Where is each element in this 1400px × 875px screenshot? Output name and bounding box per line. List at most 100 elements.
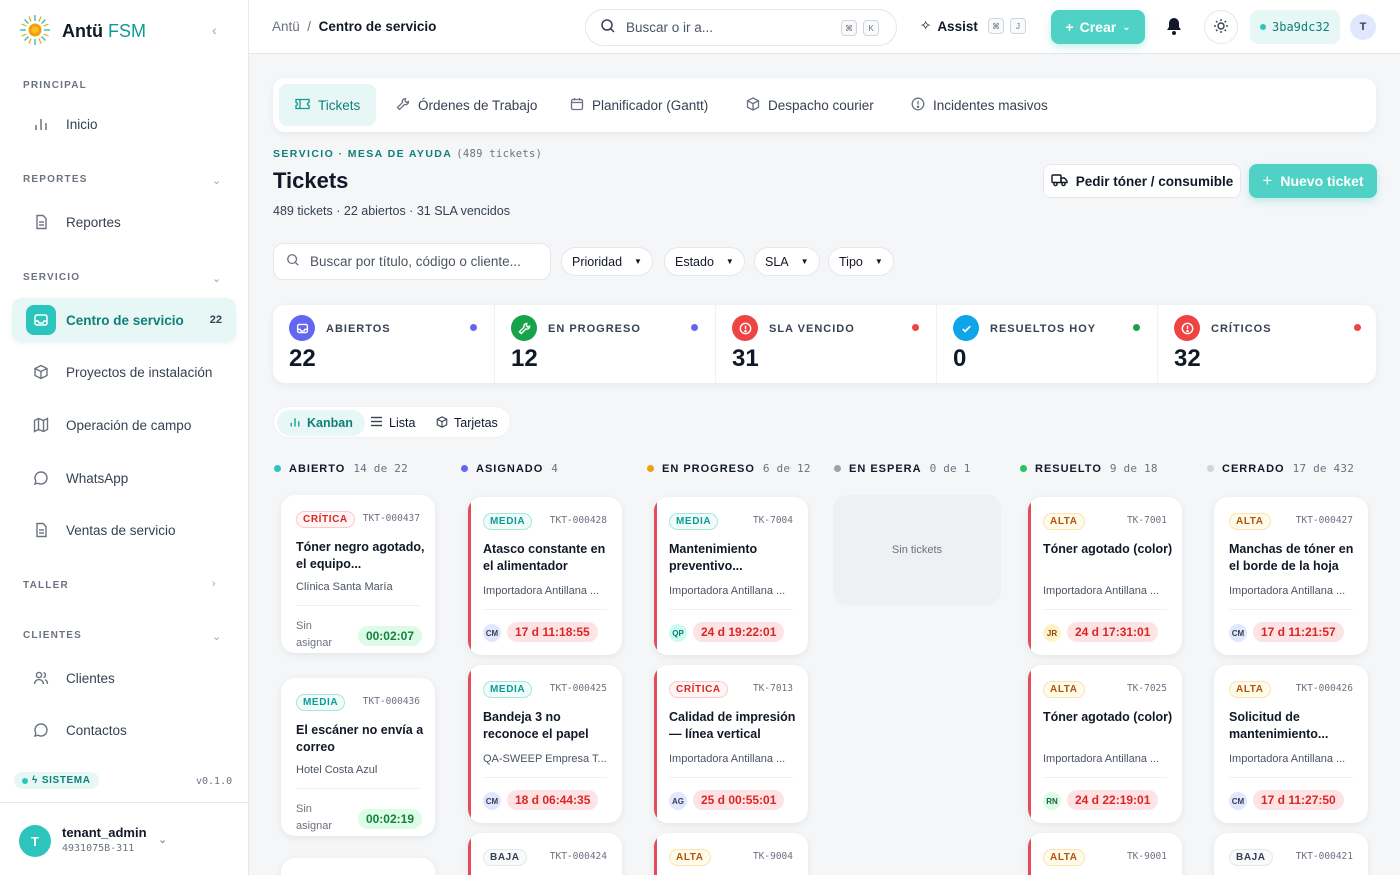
view-label: Kanban (307, 416, 353, 430)
ticket-card[interactable]: ALTA TK-9001 (1028, 833, 1182, 875)
ticket-unassigned: Sin asignar (296, 803, 333, 832)
chevron-down-icon: ⌄ (1122, 21, 1131, 33)
ticket-card[interactable]: ALTA TK-7025 Tóner agotado (color) Impor… (1028, 665, 1182, 823)
ticket-card[interactable]: MEDIA TKT-000436 El escáner no envía a c… (281, 678, 435, 836)
filter-sla[interactable]: SLA ▼ (754, 247, 820, 276)
ticket-search-input[interactable]: Buscar por título, código o cliente... (273, 243, 551, 280)
alert-circle-icon (732, 315, 758, 341)
section-servicio[interactable]: SERVICIO (23, 272, 80, 283)
filter-estado[interactable]: Estado ▼ (664, 247, 745, 276)
filter-tipo[interactable]: Tipo ▼ (828, 247, 894, 276)
sidebar-item-centro-de-servicio[interactable]: Centro de servicio 22 (12, 298, 236, 342)
sidebar-item-whatsapp[interactable]: WhatsApp (12, 456, 236, 500)
request-toner-button[interactable]: Pedir tóner / consumible (1043, 164, 1241, 198)
document-icon (26, 207, 56, 237)
breadcrumb-root[interactable]: Antü (272, 19, 300, 34)
ticket-code: TK-7013 (752, 683, 793, 694)
plus-icon: + (1065, 19, 1074, 35)
user-menu[interactable]: T tenant_admin 4931075B-311 ⌄ (0, 802, 249, 875)
chevron-right-icon[interactable]: › (212, 578, 216, 590)
ticket-client: Importadora Antillana ... (669, 585, 786, 597)
ticket-client: Importadora Antillana ... (1043, 753, 1160, 765)
ticket-title: Bandeja 3 no reconoce el papel (483, 710, 589, 741)
view-tarjetas[interactable]: Tarjetas (424, 410, 510, 436)
avatar: T (19, 825, 51, 857)
breadcrumb: Antü / Centro de servicio (272, 19, 436, 34)
eyebrow-text: SERVICIO · MESA DE AYUDA (273, 148, 452, 160)
sidebar-item-clientes[interactable]: Clientes (12, 656, 236, 700)
sidebar-item-ventas-de-servicio[interactable]: Ventas de servicio (12, 508, 236, 552)
divider (296, 605, 420, 606)
priority-badge: ALTA (1229, 681, 1271, 698)
ticket-title: Mantenimiento preventivo... (669, 542, 758, 573)
column-count: 0 de 1 (929, 462, 971, 475)
view-label: Tarjetas (454, 416, 498, 430)
stat-value: 22 (289, 345, 316, 372)
tab-planificador-gantt[interactable]: Planificador (Gantt) (554, 84, 724, 126)
section-clientes[interactable]: CLIENTES (23, 630, 82, 641)
chevron-down-icon[interactable]: ⌄ (212, 630, 221, 643)
ticket-card[interactable] (281, 858, 435, 875)
ticket-card[interactable]: MEDIA TKT-000428 Atasco constante en el … (468, 497, 622, 655)
page-title: Tickets (273, 168, 349, 193)
ticket-card[interactable]: BAJA TKT-000424 (468, 833, 622, 875)
assist-button[interactable]: ✧ Assist (920, 18, 978, 34)
avatar[interactable]: T (1350, 14, 1376, 40)
section-reportes[interactable]: REPORTES (23, 174, 88, 185)
sla-timer: 18 d 06:44:35 (507, 790, 599, 810)
collapse-sidebar-icon[interactable]: ‹ (212, 22, 217, 38)
ticket-card[interactable]: ALTA TKT-000426 Solicitud de mantenimien… (1214, 665, 1368, 823)
stat-sla-vencido[interactable]: SLA VENCIDO 31 (715, 305, 935, 383)
chevron-down-icon[interactable]: ⌄ (212, 272, 221, 285)
ticket-card[interactable]: CRÍTICA TK-7013 Calidad de impresión — l… (654, 665, 808, 823)
ticket-card[interactable]: BAJA TKT-000421 (1214, 833, 1368, 875)
ticket-card[interactable]: CRÍTICA TKT-000437 Tóner negro agotado, … (281, 495, 435, 653)
tab-despacho-courier[interactable]: Despacho courier (730, 84, 890, 126)
brand[interactable]: Antü FSM (18, 13, 146, 50)
stat-resueltos-hoy[interactable]: RESUELTOS HOY 0 (936, 305, 1156, 383)
theme-toggle-button[interactable] (1204, 10, 1238, 44)
ticket-title: Manchas de tóner en el borde de la hoja (1229, 542, 1354, 573)
divider (1229, 609, 1353, 610)
section-taller[interactable]: TALLER (23, 580, 69, 591)
sidebar-item-proyectos[interactable]: Proyectos de instalación (12, 350, 236, 394)
ticket-card[interactable]: ALTA TK-7001 Tóner agotado (color) Impor… (1028, 497, 1182, 655)
ticket-card[interactable]: MEDIA TK-7004 Mantenimiento preventivo..… (654, 497, 808, 655)
filter-prioridad[interactable]: Prioridad ▼ (561, 247, 653, 276)
column-dot (274, 465, 281, 472)
stat-en-progreso[interactable]: EN PROGRESO 12 (494, 305, 714, 383)
view-kanban[interactable]: Kanban (277, 410, 365, 436)
stat-label: EN PROGRESO (548, 323, 641, 335)
sidebar-item-contactos[interactable]: Contactos (12, 708, 236, 752)
alert-circle-icon (911, 97, 925, 114)
global-search-input[interactable]: Buscar o ir a... ⌘ K (585, 9, 897, 46)
request-toner-label: Pedir tóner / consumible (1075, 173, 1234, 189)
sla-timer: 24 d 19:22:01 (693, 622, 785, 642)
sidebar-item-inicio[interactable]: Inicio (12, 102, 236, 146)
ticket-card[interactable]: ALTA TKT-000427 Manchas de tóner en el b… (1214, 497, 1368, 655)
stat-criticos[interactable]: CRÍTICOS 32 (1157, 305, 1377, 383)
new-ticket-button[interactable]: + Nuevo ticket (1249, 164, 1377, 198)
ticket-card[interactable]: MEDIA TKT-000425 Bandeja 3 no reconoce e… (468, 665, 622, 823)
sla-timer: 17 d 11:18:55 (507, 622, 598, 642)
column-label: ABIERTO (289, 462, 346, 475)
sidebar-item-operacion-de-campo[interactable]: Operación de campo (12, 403, 236, 447)
view-lista[interactable]: Lista (358, 410, 427, 436)
ticket-title: Tóner agotado (color) (1043, 710, 1173, 724)
tab-ordenes-de-trabajo[interactable]: Órdenes de Trabajo (380, 84, 553, 126)
chevron-down-icon[interactable]: ⌄ (212, 174, 221, 187)
bell-icon[interactable] (1165, 16, 1183, 39)
system-badge-label: SISTEMA (41, 775, 91, 786)
tab-incidentes-masivos[interactable]: Incidentes masivos (895, 84, 1064, 126)
stat-abiertos[interactable]: ABIERTOS 22 (273, 305, 493, 383)
create-button[interactable]: + Crear ⌄ (1051, 10, 1145, 44)
stat-label: SLA VENCIDO (769, 323, 855, 335)
sidebar-item-reportes[interactable]: Reportes (12, 200, 236, 244)
tab-tickets[interactable]: Tickets (279, 84, 377, 126)
kbd-j: J (1010, 18, 1026, 34)
kbd-k: K (863, 20, 879, 36)
divider (1043, 777, 1167, 778)
ticket-code: TKT-000426 (1295, 683, 1353, 694)
ticket-card[interactable]: ALTA TK-9004 (654, 833, 808, 875)
sidebar-item-count: 22 (209, 314, 222, 326)
